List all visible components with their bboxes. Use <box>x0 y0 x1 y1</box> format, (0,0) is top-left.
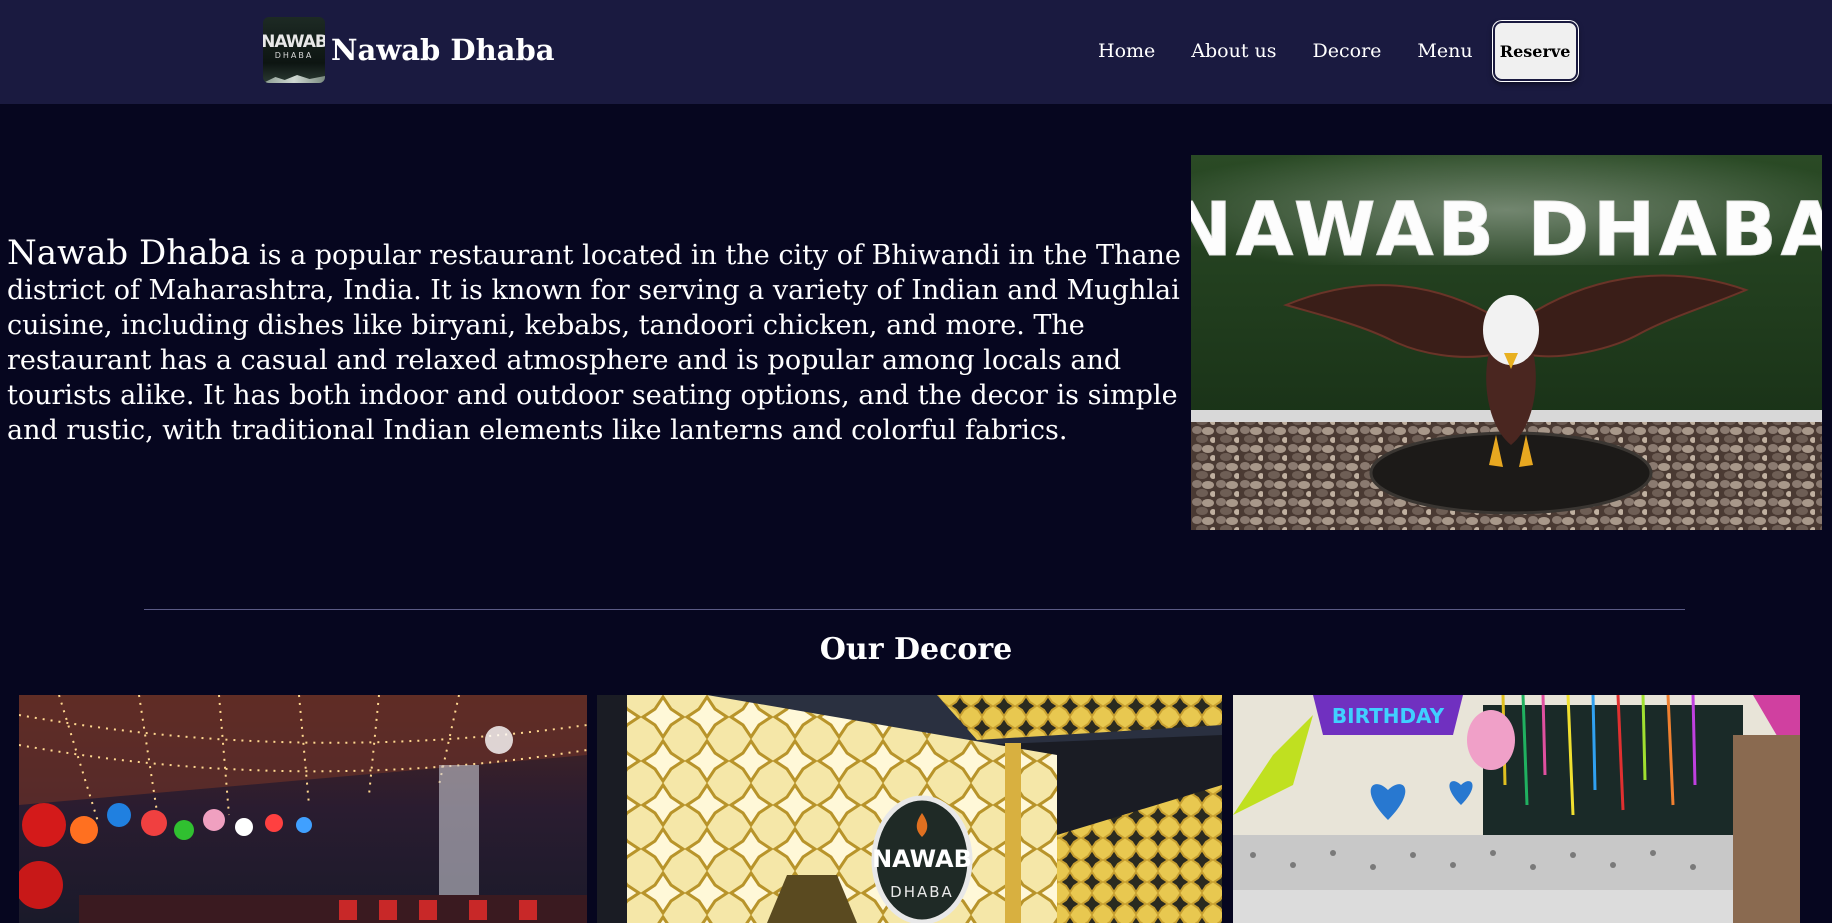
navbar: NAWAB DHABA Nawab Dhaba Home About us De… <box>0 0 1832 104</box>
logo-hill-graphic <box>263 75 325 83</box>
section-divider <box>144 609 1685 610</box>
logo-text-top: NAWAB <box>263 31 325 52</box>
hero-image-eagle-sign: NAWAB DHABA <box>1191 155 1822 530</box>
reserve-button[interactable]: Reserve <box>1492 21 1578 81</box>
sign-text: NAWAB DHABA <box>1191 187 1822 273</box>
logo-text-bottom: DHABA <box>274 50 314 60</box>
decor-photo-birthday-room: BIRTHDAY <box>1233 695 1800 923</box>
photo2-logo-text-top: NAWAB <box>872 845 972 873</box>
nav-link-home[interactable]: Home <box>1080 20 1173 82</box>
decor-section-title: Our Decore <box>819 632 1013 667</box>
hero-description: Nawab Dhaba is a popular restaurant loca… <box>7 236 1197 448</box>
nav-link-menu[interactable]: Menu <box>1399 20 1490 82</box>
photo3-banner-text: BIRTHDAY <box>1332 704 1445 728</box>
nav-menu: Home About us Decore Menu Reserve <box>1080 20 1578 82</box>
brand-logo: NAWAB DHABA <box>263 17 325 83</box>
brand-link[interactable]: NAWAB DHABA Nawab Dhaba <box>263 17 555 83</box>
nav-link-decore[interactable]: Decore <box>1295 20 1400 82</box>
decor-photo-party-hall <box>19 695 587 923</box>
photo2-logo-text-bottom: DHABA <box>890 883 954 901</box>
decor-photo-logo-wall: NAWAB DHABA <box>597 695 1222 923</box>
nav-link-about-us[interactable]: About us <box>1173 20 1294 82</box>
hero-restaurant-name: Nawab Dhaba <box>7 233 251 273</box>
brand-name: Nawab Dhaba <box>331 33 555 67</box>
